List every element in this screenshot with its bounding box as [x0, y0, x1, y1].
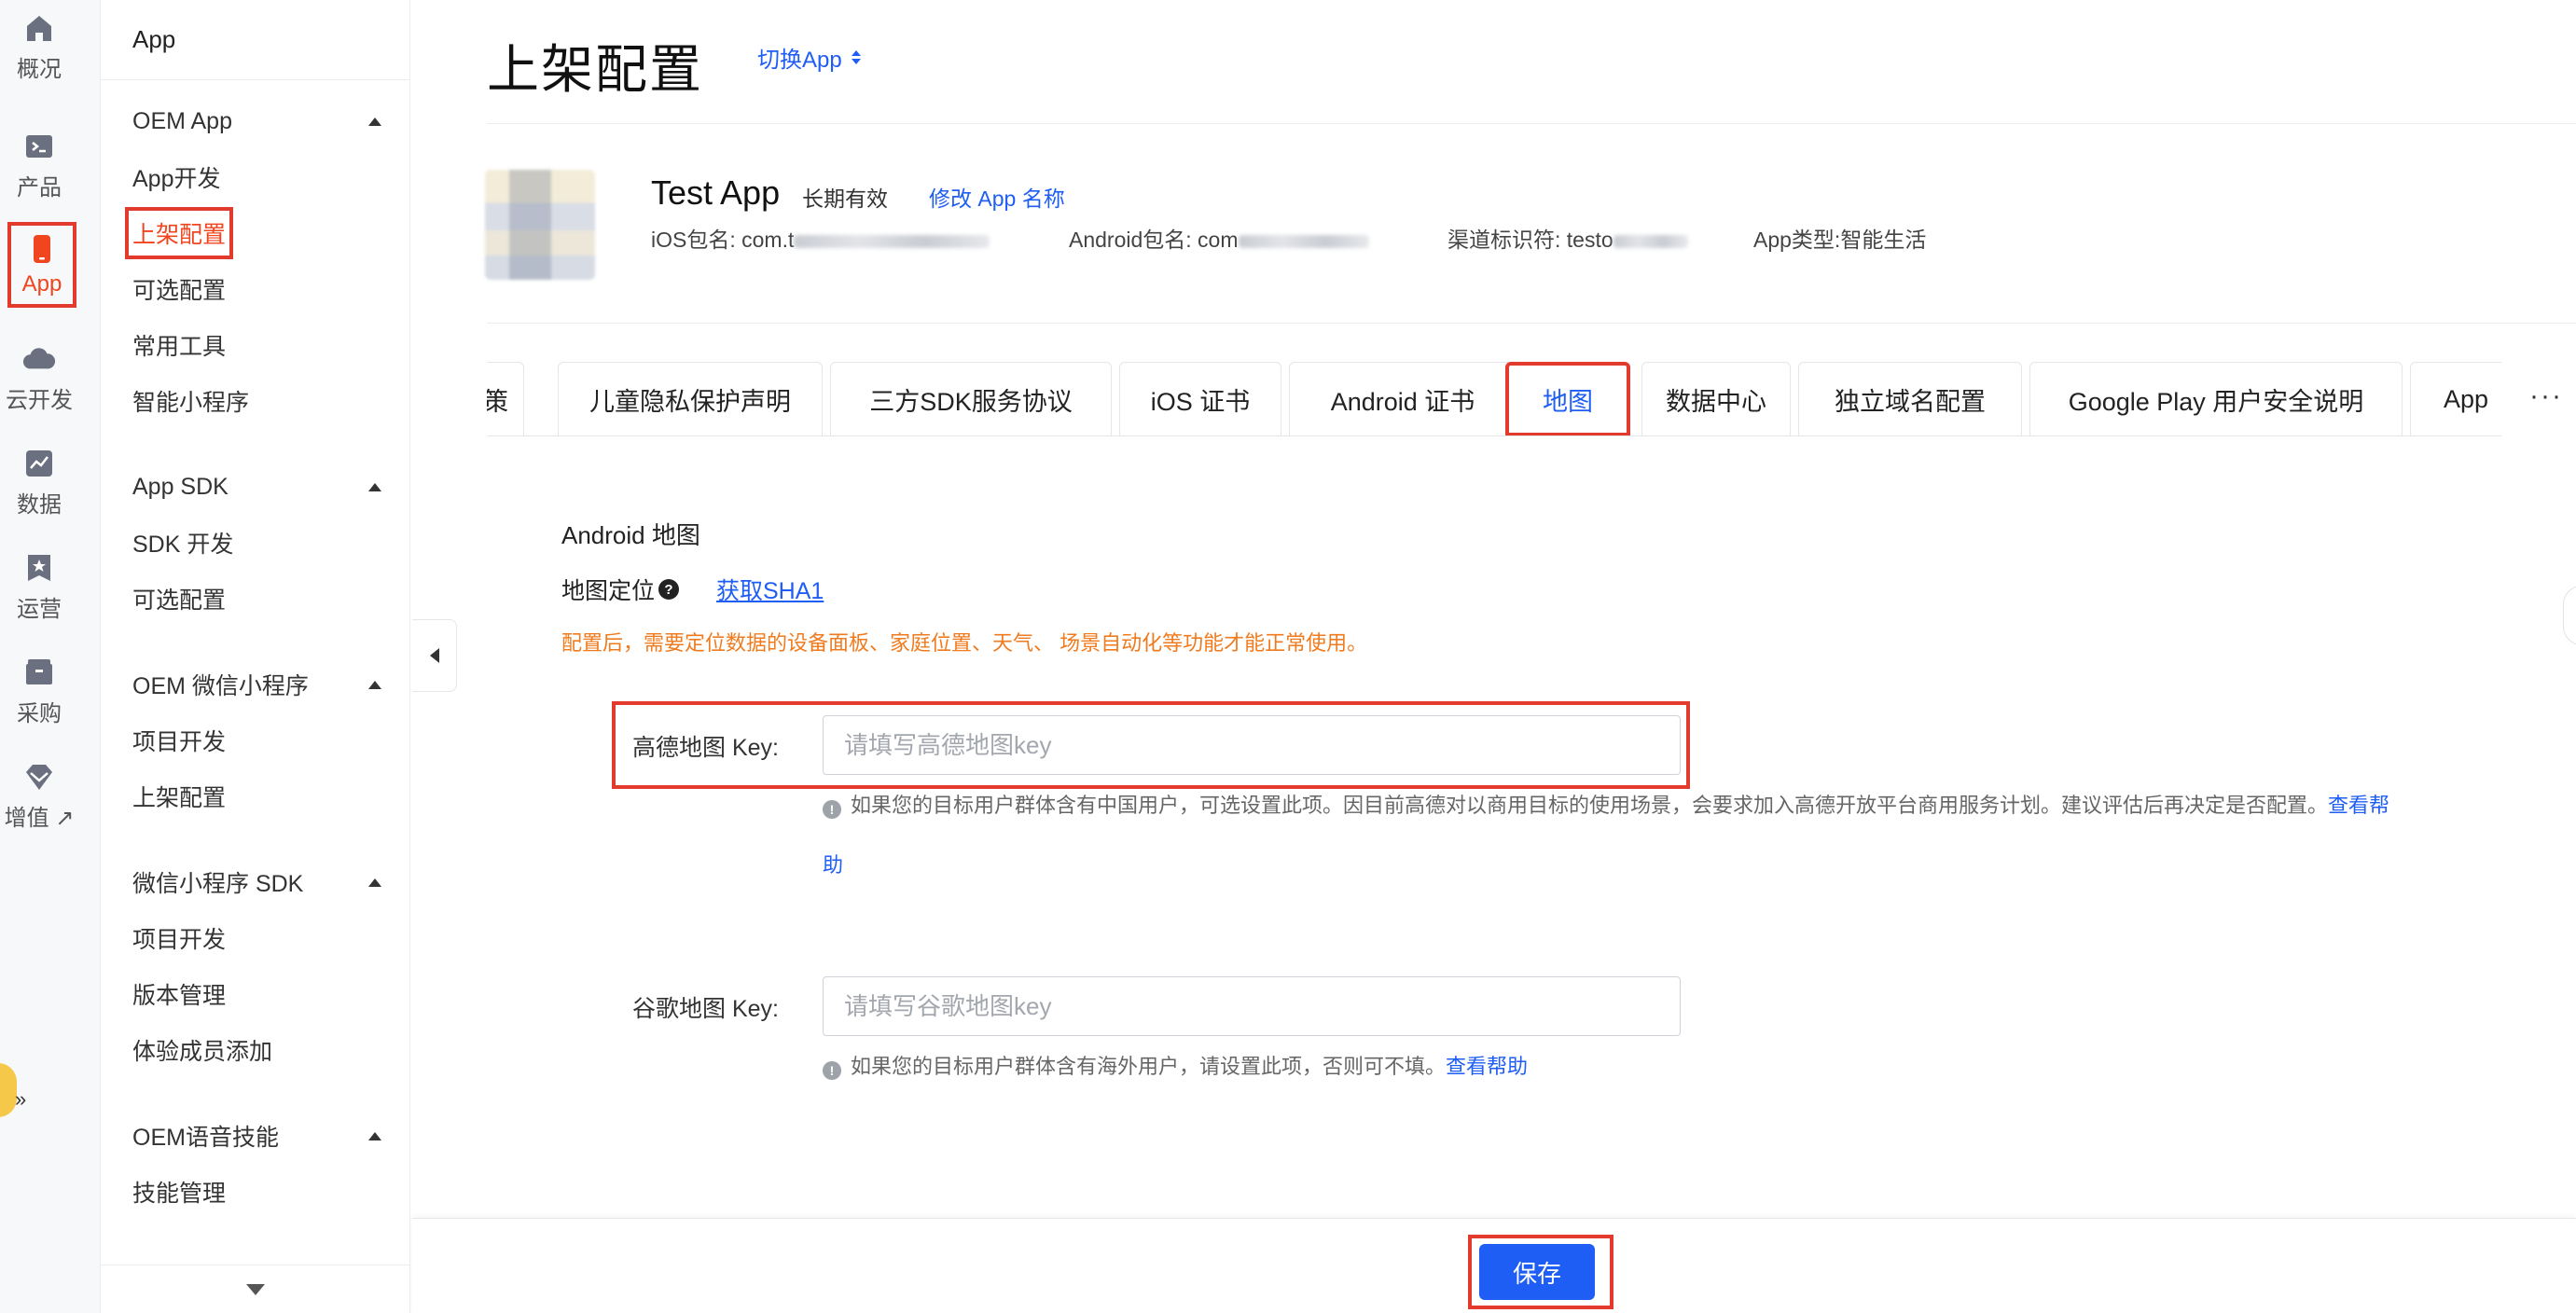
menu-item-wechat-listing[interactable]: 上架配置 — [132, 778, 226, 815]
rail-item-value-added[interactable]: 增值 ↗ — [0, 749, 78, 842]
caret-up-icon — [368, 1131, 381, 1140]
caret-up-icon — [368, 117, 381, 126]
tab-map[interactable]: 地图 — [1505, 362, 1630, 435]
rail-item-app[interactable]: App — [7, 222, 76, 308]
info-icon: ! — [823, 800, 841, 819]
app-type: App类型:智能生活 — [1753, 228, 1927, 252]
chart-icon — [22, 447, 56, 480]
divider — [487, 323, 2576, 324]
map-location-label: 地图定位? — [561, 573, 680, 606]
tab-child-privacy[interactable]: 儿童隐私保护声明 — [558, 362, 823, 435]
help-question-icon[interactable]: ? — [658, 579, 680, 600]
phone-icon — [25, 232, 59, 266]
rail-item-overview[interactable]: 概况 — [0, 0, 78, 93]
rail-item-purchase[interactable]: 采购 — [0, 644, 78, 738]
rail-item-data[interactable]: 数据 — [0, 435, 78, 529]
google-help-link[interactable]: 查看帮助 — [1446, 1055, 1528, 1078]
chevron-left-icon — [429, 648, 439, 663]
rename-app-link[interactable]: 修改 App 名称 — [929, 181, 1065, 213]
tab-data-center[interactable]: 数据中心 — [1641, 362, 1791, 435]
menu-item-common-tools[interactable]: 常用工具 — [132, 326, 226, 364]
expand-arrow-icon[interactable]: » — [15, 1087, 26, 1112]
switch-app-button[interactable]: 切换App — [757, 41, 861, 74]
menu-item-add-testers[interactable]: 体验成员添加 — [132, 1031, 272, 1069]
rail-item-product[interactable]: 产品 — [0, 118, 78, 212]
caret-up-icon — [368, 482, 381, 491]
caret-up-icon — [368, 878, 381, 887]
tab-ios-cert[interactable]: iOS 证书 — [1119, 362, 1281, 435]
tab-third-party-sdk[interactable]: 三方SDK服务协议 — [830, 362, 1112, 435]
google-hint: ! 如果您的目标用户群体含有海外用户，请设置此项，否则可不填。查看帮助 — [823, 1037, 1528, 1097]
star-badge-icon — [22, 551, 56, 585]
app-icon-image — [485, 170, 595, 280]
warning-text: 配置后，需要定位数据的设备面板、家庭位置、天气、 场景自动化等功能才能正常使用。 — [561, 631, 1368, 655]
menu-group-wechat-sdk[interactable]: 微信小程序 SDK — [132, 864, 381, 901]
amap-help-link-cont[interactable]: 助 — [823, 853, 843, 877]
terminal-icon — [22, 130, 56, 163]
cloud-icon — [22, 342, 56, 376]
menu-item-wechat-sdk-project[interactable]: 项目开发 — [132, 919, 226, 957]
ios-package: iOS包名: com.t — [651, 222, 990, 254]
menu-item-skill-mgmt[interactable]: 技能管理 — [132, 1173, 226, 1210]
config-tabs: 策 儿童隐私保护声明 三方SDK服务协议 iOS 证书 Android 证书 地… — [487, 362, 2501, 436]
save-button[interactable]: 保存 — [1479, 1244, 1595, 1300]
rail-item-operation[interactable]: 运营 — [0, 540, 78, 633]
menu-scroll-down[interactable] — [101, 1265, 409, 1313]
google-key-label: 谷歌地图 Key: — [632, 996, 779, 1022]
amap-key-input[interactable] — [823, 715, 1681, 775]
divider — [487, 123, 2576, 124]
collapse-sidebar-button[interactable] — [412, 619, 457, 692]
menu-group-voice-skill[interactable]: OEM语音技能 — [132, 1117, 381, 1154]
tab-android-cert[interactable]: Android 证书 — [1289, 362, 1517, 435]
tab-custom-domain[interactable]: 独立域名配置 — [1798, 362, 2022, 435]
validity-badge: 长期有效 — [802, 187, 888, 211]
menu-item-listing-config[interactable]: 上架配置 — [124, 207, 234, 259]
amap-key-label: 高德地图 Key: — [632, 735, 779, 761]
sort-updown-icon — [851, 50, 861, 64]
get-sha1-link[interactable]: 获取SHA1 — [716, 573, 824, 606]
caret-up-icon — [368, 680, 381, 689]
home-icon — [22, 11, 56, 45]
icon-rail: 概况 产品 App 云开发 数据 运营 采购 增值 ↗ — [0, 0, 101, 1313]
menu-group-oem-wechat[interactable]: OEM 微信小程序 — [132, 666, 381, 703]
tab-privacy-policy[interactable]: 策 — [487, 362, 524, 435]
app-name: Test App — [651, 173, 781, 212]
menu-item-version-mgmt[interactable]: 版本管理 — [132, 975, 226, 1013]
menu-group-oem-app[interactable]: OEM App — [132, 103, 381, 140]
amap-hint: ! 如果您的目标用户群体含有中国用户，可选设置此项。因目前高德对以商用目标的使用场… — [823, 794, 2390, 877]
android-package: Android包名: com — [1069, 222, 1369, 254]
menu-item-optional-config[interactable]: 可选配置 — [132, 270, 226, 308]
box-icon — [22, 656, 56, 689]
google-key-input[interactable] — [823, 976, 1681, 1036]
menu-group-app-sdk[interactable]: App SDK — [132, 468, 381, 505]
menu-item-wechat-project[interactable]: 项目开发 — [132, 722, 226, 759]
chevron-down-icon — [245, 1283, 265, 1295]
tab-google-play-safety[interactable]: Google Play 用户安全说明 — [2029, 362, 2403, 435]
info-icon: ! — [823, 1061, 841, 1080]
rail-item-cloud-dev[interactable]: 云开发 — [0, 331, 78, 424]
menu-app-title: App — [101, 0, 409, 80]
page-title: 上架配置 — [487, 40, 703, 99]
secondary-menu: App OEM App App开发 上架配置 可选配置 常用工具 智能小程序 A… — [101, 0, 410, 1313]
menu-item-app-dev[interactable]: App开发 — [132, 159, 220, 196]
channel-id: 渠道标识符: testo — [1447, 222, 1688, 254]
side-scroller[interactable] — [2563, 586, 2576, 645]
tab-app[interactable]: App — [2410, 362, 2501, 435]
menu-item-mini-program[interactable]: 智能小程序 — [132, 382, 249, 420]
gem-icon — [22, 760, 56, 794]
menu-item-sdk-dev[interactable]: SDK 开发 — [132, 524, 233, 561]
tabs-more-icon[interactable]: ··· — [2529, 380, 2563, 412]
amap-help-link[interactable]: 查看帮 — [2328, 794, 2389, 817]
section-title: Android 地图 — [561, 521, 700, 549]
menu-item-sdk-optional[interactable]: 可选配置 — [132, 580, 226, 617]
